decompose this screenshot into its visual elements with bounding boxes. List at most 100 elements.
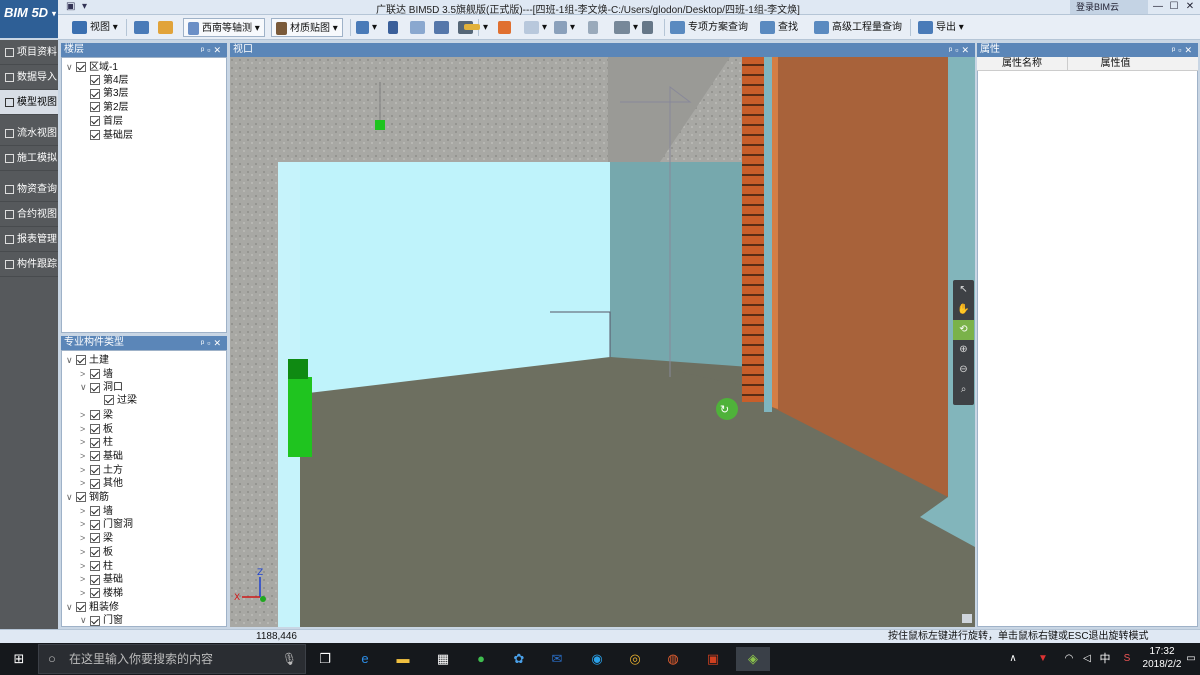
- tree-checkbox[interactable]: [90, 560, 100, 571]
- chevron-down-icon[interactable]: ∨: [80, 613, 90, 626]
- tree-checkbox[interactable]: [76, 601, 86, 612]
- chevron-right-icon[interactable]: >: [80, 531, 90, 545]
- pan-hand-icon[interactable]: ✋: [953, 300, 974, 320]
- zoom-out-icon[interactable]: ⊖: [953, 360, 974, 380]
- helmet-button[interactable]: ▾: [614, 18, 638, 37]
- panel-controls-icon[interactable]: ᵖ▫✕: [1172, 43, 1195, 57]
- tree-row[interactable]: ∨ 粗装修: [66, 600, 119, 614]
- tree-checkbox[interactable]: [90, 423, 100, 434]
- clock[interactable]: 17:32 2018/2/2: [1142, 645, 1182, 671]
- orbit-icon[interactable]: ⟲: [953, 320, 974, 340]
- material-dropdown[interactable]: 材质贴图 ▾: [271, 18, 343, 37]
- nav-item-8[interactable]: 构件跟踪: [0, 252, 58, 277]
- tray-up-arrow-icon[interactable]: ∧: [1000, 647, 1026, 671]
- app-color-icon[interactable]: ◍: [660, 647, 686, 671]
- nav-item-3[interactable]: 流水视图: [0, 121, 58, 146]
- task-view-icon[interactable]: ❐: [312, 647, 338, 671]
- tree-checkbox[interactable]: [90, 615, 100, 626]
- tree-row[interactable]: > 板: [80, 545, 113, 559]
- section-button[interactable]: ▾: [524, 18, 547, 37]
- tree-checkbox[interactable]: [90, 102, 100, 113]
- chevron-right-icon[interactable]: >: [80, 408, 90, 422]
- panel-controls-icon[interactable]: ᵖ▫✕: [949, 43, 972, 57]
- app-flower-icon[interactable]: ✿: [506, 647, 532, 671]
- powerpoint-icon[interactable]: ▣: [700, 647, 726, 671]
- chevron-right-icon[interactable]: >: [80, 517, 90, 531]
- chevron-right-icon[interactable]: >: [80, 367, 90, 381]
- taskbar-search-input[interactable]: ○ 在这里输入你要搜索的内容 🎙: [38, 644, 306, 674]
- view-button[interactable]: 视图 ▾: [72, 18, 118, 37]
- tree-row[interactable]: 第4层: [80, 74, 129, 88]
- tree-row[interactable]: > 其他: [80, 476, 123, 490]
- tree-checkbox[interactable]: [90, 506, 100, 517]
- microphone-icon[interactable]: 🎙: [282, 645, 297, 673]
- chevron-right-icon[interactable]: >: [80, 422, 90, 436]
- tree-checkbox[interactable]: [76, 355, 86, 366]
- walk-button[interactable]: [388, 18, 401, 37]
- minimize-icon[interactable]: —: [1150, 0, 1166, 14]
- tree-checkbox[interactable]: [90, 437, 100, 448]
- chevron-right-icon[interactable]: >: [80, 435, 90, 449]
- tree-row[interactable]: > 板: [80, 422, 113, 436]
- tree-row[interactable]: ∨ 区域-1: [66, 60, 118, 74]
- tree-row[interactable]: > 柱: [80, 435, 113, 449]
- tree-row[interactable]: > 门窗洞: [80, 517, 133, 531]
- tree-row[interactable]: > 基础: [80, 449, 123, 463]
- tree-checkbox[interactable]: [90, 369, 100, 380]
- tree-checkbox[interactable]: [90, 129, 100, 140]
- tree-row[interactable]: > 墙: [80, 367, 113, 381]
- chevron-right-icon[interactable]: >: [80, 559, 90, 573]
- tree-checkbox[interactable]: [90, 533, 100, 544]
- close-icon[interactable]: ✕: [1182, 0, 1198, 14]
- tree-checkbox[interactable]: [90, 410, 100, 421]
- eraser-button[interactable]: [498, 18, 514, 37]
- tree-checkbox[interactable]: [90, 88, 100, 99]
- reset-button[interactable]: [588, 18, 601, 37]
- tree-checkbox[interactable]: [90, 116, 100, 127]
- tree-checkbox[interactable]: [90, 451, 100, 462]
- selected-element[interactable]: [288, 377, 312, 457]
- model-scene[interactable]: ↻ Z X: [230, 57, 975, 627]
- chevron-right-icon[interactable]: >: [80, 545, 90, 559]
- panel-controls-icon[interactable]: ᵖ▫✕: [201, 336, 224, 350]
- box-button[interactable]: [410, 18, 428, 37]
- tree-row[interactable]: 首层: [80, 115, 123, 129]
- marker-point[interactable]: [375, 120, 385, 130]
- chevron-down-icon[interactable]: ∨: [66, 490, 76, 504]
- panel-controls-icon[interactable]: ᵖ▫✕: [201, 43, 224, 57]
- nav-item-4[interactable]: 施工模拟: [0, 146, 58, 171]
- chevron-right-icon[interactable]: >: [80, 572, 90, 586]
- tree-row[interactable]: > 楼梯: [80, 586, 123, 600]
- notification-icon[interactable]: ▭: [1184, 647, 1198, 671]
- nav-item-2[interactable]: 模型视图: [0, 90, 58, 115]
- grid-tool-button[interactable]: [134, 18, 152, 37]
- nav-item-1[interactable]: 数据导入: [0, 65, 58, 90]
- bim5d-taskbar-icon[interactable]: ◈: [736, 647, 770, 671]
- chevron-down-icon[interactable]: ∨: [80, 380, 90, 394]
- save-icon[interactable]: ▣: [66, 1, 75, 12]
- nav-item-6[interactable]: 合约视图: [0, 202, 58, 227]
- tree-row[interactable]: > 梁: [80, 531, 113, 545]
- tree-checkbox[interactable]: [104, 395, 114, 406]
- cloud-login-button[interactable]: 登录BIM云: [1070, 0, 1148, 14]
- chevron-right-icon[interactable]: >: [80, 463, 90, 477]
- tree-checkbox[interactable]: [90, 547, 100, 558]
- screen-button[interactable]: [434, 18, 452, 37]
- antivirus-icon[interactable]: ▼: [1030, 647, 1056, 671]
- chrome-icon[interactable]: ◎: [622, 647, 648, 671]
- tree-row[interactable]: ∨ 土建: [66, 353, 109, 367]
- tree-row[interactable]: ∨ 门窗: [80, 613, 123, 626]
- tree-row[interactable]: > 柱: [80, 559, 113, 573]
- footprint-button[interactable]: ▾: [356, 18, 377, 37]
- app-blue-icon[interactable]: ◉: [584, 647, 610, 671]
- export-button[interactable]: 导出 ▾: [918, 18, 964, 37]
- tree-row[interactable]: ∨ 钢筋: [66, 490, 109, 504]
- zoom-fit-icon[interactable]: ⌕: [953, 380, 974, 400]
- zoom-in-icon[interactable]: ⊕: [953, 340, 974, 360]
- tree-checkbox[interactable]: [90, 478, 100, 489]
- maximize-icon[interactable]: ☐: [1166, 0, 1182, 14]
- chevron-down-icon[interactable]: ∨: [66, 600, 76, 614]
- tree-checkbox[interactable]: [90, 75, 100, 86]
- tree-checkbox[interactable]: [76, 62, 86, 73]
- advanced-qty-button[interactable]: 高级工程量查询: [814, 18, 902, 37]
